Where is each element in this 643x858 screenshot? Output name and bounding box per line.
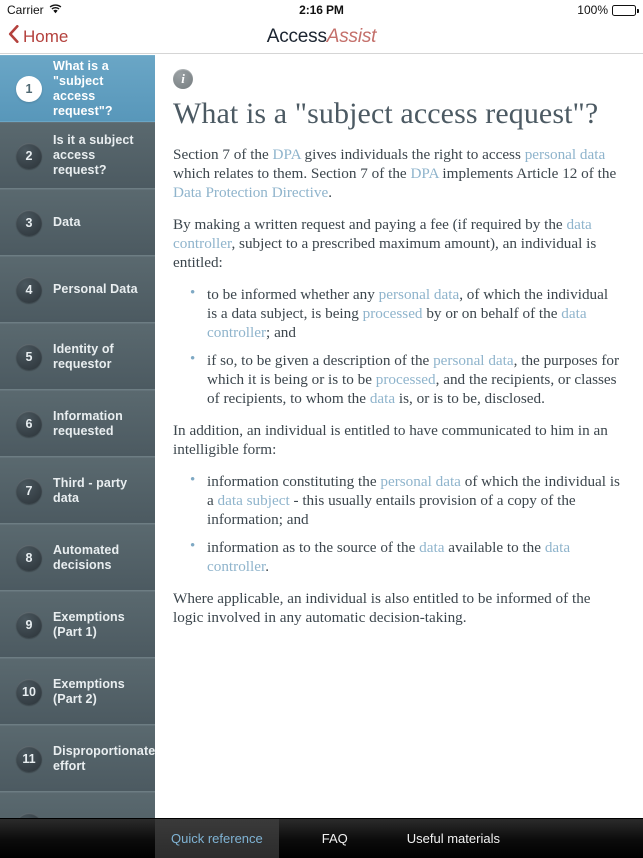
content-panel: i What is a "subject access request"? Se…: [155, 55, 643, 858]
status-time: 2:16 PM: [299, 3, 344, 17]
link-data[interactable]: data: [370, 390, 395, 407]
sidebar-item-3[interactable]: 3 Data: [0, 189, 155, 256]
nav-bar: Home Access Assist: [0, 20, 643, 54]
paragraph-4: Where applicable, an individual is also …: [173, 590, 591, 626]
link-data-subject[interactable]: data subject: [218, 492, 290, 509]
link-personal-data[interactable]: personal data: [379, 286, 460, 303]
battery-percent-label: 100%: [577, 3, 608, 17]
sidebar-item-8[interactable]: 8 Automated decisions: [0, 524, 155, 591]
tab-quick-reference[interactable]: Quick reference: [155, 819, 279, 858]
sidebar-item-label: Automated decisions: [53, 542, 120, 572]
sidebar-item-label: Exemptions (Part 1): [53, 609, 125, 639]
sidebar-item-number: 1: [16, 75, 42, 102]
bullet-list-2: information constituting the personal da…: [173, 471, 621, 576]
sidebar-item-11[interactable]: 11 Disproportionate effort: [0, 725, 155, 792]
brand-access-text: Access: [266, 26, 327, 47]
text-fragment: gives individuals the right to access: [300, 146, 525, 163]
link-processed[interactable]: processed: [363, 305, 423, 322]
sidebar-item-label: Identity of requestor: [53, 341, 114, 371]
list-item: if so, to be given a description of the …: [173, 350, 621, 408]
sidebar-item-label: Information requested: [53, 408, 123, 438]
link-data-protection-directive[interactable]: Data Protection Directive: [173, 184, 328, 201]
text-fragment: information as to the source of the: [207, 539, 420, 556]
text-fragment: information constituting the: [207, 473, 381, 490]
sidebar-item-6[interactable]: 6 Information requested: [0, 390, 155, 457]
list-item: information constituting the personal da…: [173, 471, 621, 529]
sidebar-item-2[interactable]: 2 Is it a subject access request?: [0, 122, 155, 189]
text-fragment: .: [328, 184, 332, 201]
paragraph-1: Section 7 of the DPA gives individuals t…: [173, 145, 621, 202]
text-fragment: which relates to them. Section 7 of the: [173, 165, 411, 182]
sidebar-item-10[interactable]: 10 Exemptions (Part 2): [0, 658, 155, 725]
sidebar-item-1[interactable]: 1 What is a "subject access request"?: [0, 55, 155, 122]
link-dpa[interactable]: DPA: [273, 146, 301, 163]
sidebar-item-number: 7: [16, 477, 42, 504]
sidebar-item-label: Exemptions (Part 2): [53, 676, 125, 706]
sidebar-item-label: Personal Data: [53, 282, 138, 296]
text-fragment: is, or is to be, disclosed.: [395, 390, 545, 407]
status-bar: Carrier 2:16 PM 100%: [0, 0, 643, 20]
bullet-list-1: to be informed whether any personal data…: [173, 284, 621, 408]
page-title: What is a "subject access request"?: [173, 97, 599, 130]
text-fragment: , subject to a prescribed maximum amount…: [173, 235, 597, 271]
paragraph-3: In addition, an individual is entitled t…: [173, 422, 608, 458]
sidebar-item-number: 4: [16, 276, 42, 303]
text-fragment: available to the: [444, 539, 545, 556]
tab-faq[interactable]: FAQ: [279, 819, 391, 858]
sidebar-item-number: 3: [16, 209, 42, 236]
sidebar-item-label: What is a "subject access request"?: [53, 58, 113, 118]
text-fragment: ; and: [266, 324, 296, 341]
link-data[interactable]: data: [419, 539, 444, 556]
sidebar-item-number: 5: [16, 343, 42, 370]
sidebar-item-number: 2: [16, 142, 42, 169]
sidebar-item-number: 9: [16, 611, 42, 638]
text-fragment: .: [265, 558, 269, 575]
list-item: to be informed whether any personal data…: [173, 284, 621, 342]
text-fragment: implements Article 12 of the: [438, 165, 617, 182]
bottom-tab-bar: Quick reference FAQ Useful materials: [0, 818, 643, 858]
sidebar-item-9[interactable]: 9 Exemptions (Part 1): [0, 591, 155, 658]
paragraph-2: By making a written request and paying a…: [173, 215, 621, 272]
sidebar-item-label: Data: [53, 215, 81, 229]
sidebar-item-label: Third - party data: [53, 475, 128, 505]
sidebar-item-4[interactable]: 4 Personal Data: [0, 256, 155, 323]
text-fragment: to be informed whether any: [207, 286, 379, 303]
tab-useful-materials[interactable]: Useful materials: [391, 819, 516, 858]
link-personal-data[interactable]: personal data: [380, 473, 461, 490]
link-processed[interactable]: processed: [376, 371, 436, 388]
status-right: 100%: [577, 0, 639, 20]
sidebar-item-number: 11: [16, 745, 42, 772]
sidebar-item-5[interactable]: 5 Identity of requestor: [0, 323, 155, 390]
link-personal-data[interactable]: personal data: [433, 352, 514, 369]
link-personal-data[interactable]: personal data: [525, 146, 606, 163]
link-dpa[interactable]: DPA: [410, 165, 438, 182]
app-root: Carrier 2:16 PM 100% Home Access Assist …: [0, 0, 643, 858]
sidebar-item-number: 8: [16, 544, 42, 571]
text-fragment: By making a written request and paying a…: [173, 216, 567, 233]
sidebar-item-label: Is it a subject access request?: [53, 133, 134, 177]
sidebar-item-number: 10: [16, 678, 42, 705]
text-fragment: by or on behalf of the: [422, 305, 562, 322]
brand-assist-text: Assist: [326, 26, 377, 47]
sidebar-item-7[interactable]: 7 Third - party data: [0, 457, 155, 524]
sidebar-item-label: Disproportionate effort: [53, 743, 155, 773]
sidebar-nav[interactable]: 1 What is a "subject access request"? 2 Is …: [0, 55, 155, 858]
info-icon[interactable]: i: [173, 69, 193, 89]
list-item: information as to the source of the data…: [173, 537, 621, 576]
app-brand-title: Access Assist: [0, 20, 643, 54]
text-fragment: if so, to be given a description of the: [207, 352, 434, 369]
battery-full-icon: [612, 4, 639, 16]
sidebar-item-number: 6: [16, 410, 42, 437]
text-fragment: Section 7 of the: [173, 146, 273, 163]
